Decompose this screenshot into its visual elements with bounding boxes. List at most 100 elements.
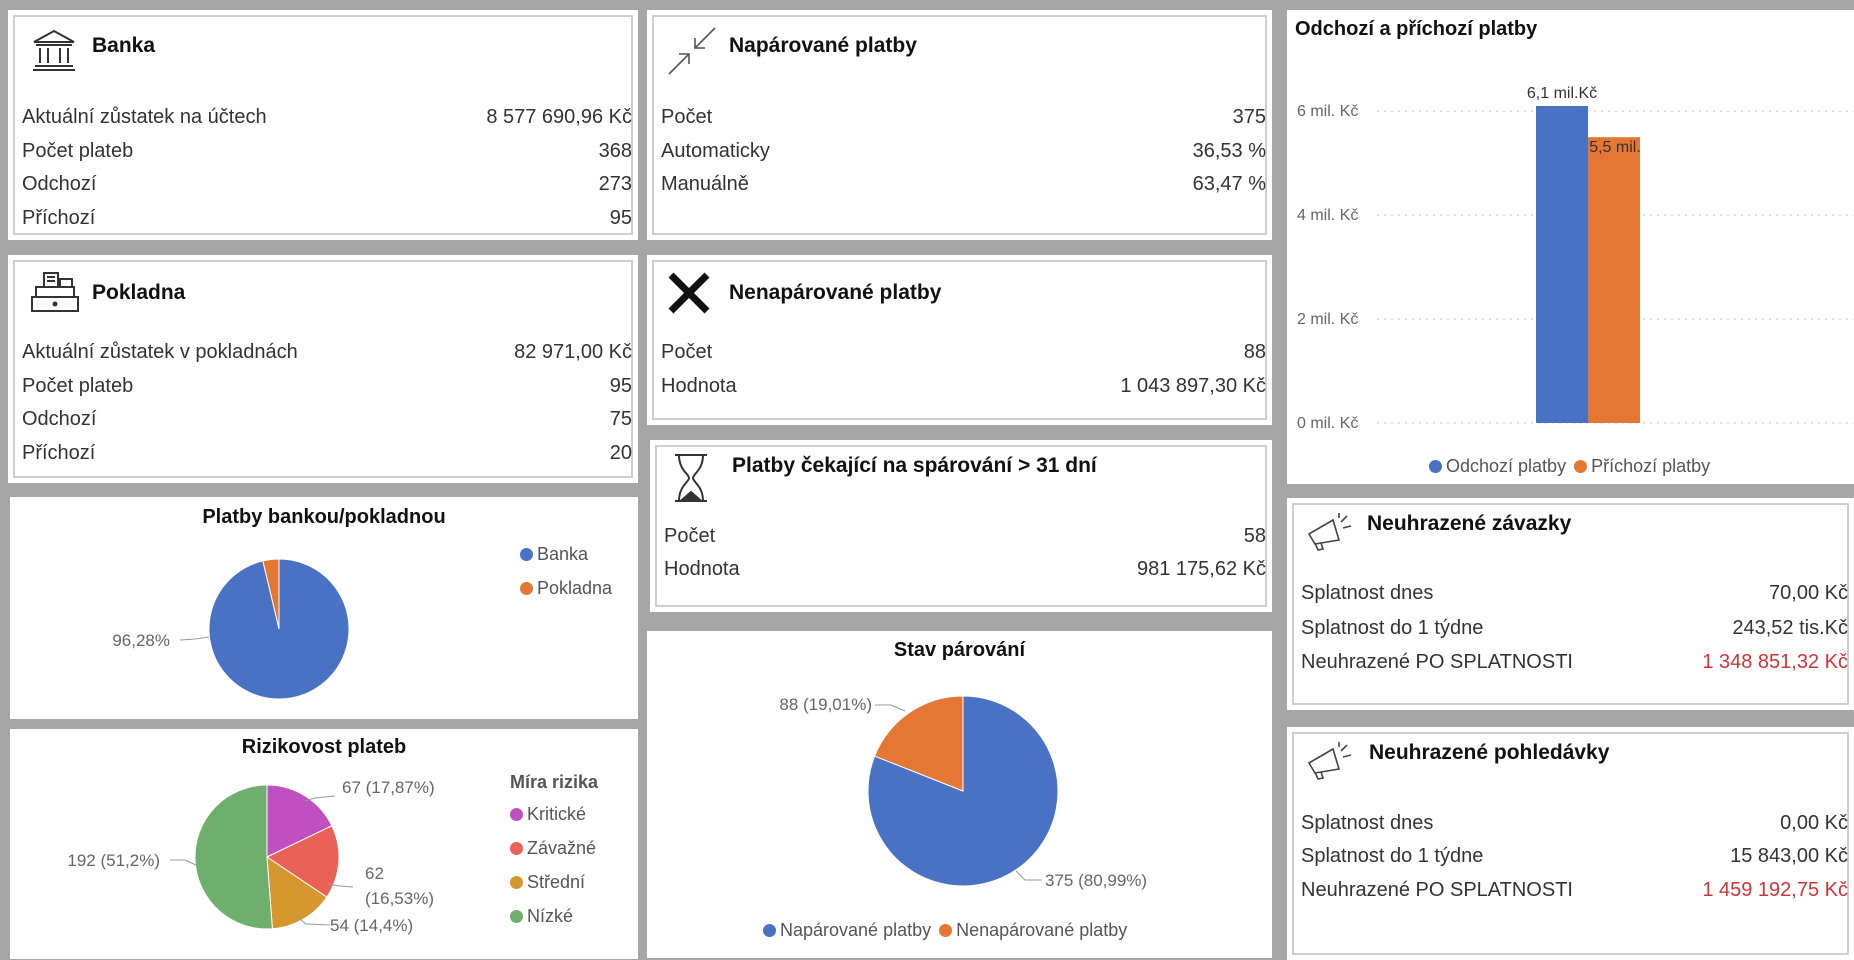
legend-label: Střední bbox=[527, 871, 586, 892]
row-value: 243,52 tis.Kč bbox=[1732, 616, 1848, 639]
row-label: Aktuální zůstatek v pokladnách bbox=[22, 340, 298, 363]
cash-register-icon bbox=[30, 269, 80, 320]
y-tick-label: 2 mil. Kč bbox=[1297, 311, 1358, 328]
legend-dot bbox=[520, 547, 533, 561]
row-value: 75 bbox=[609, 407, 632, 430]
bar-prichozi[interactable] bbox=[1588, 137, 1640, 423]
row-label: Neuhrazené PO SPLATNOSTI bbox=[1301, 650, 1573, 673]
pairing-chart-card: Stav párování 375 (80,99%) 88 (19,01%) Na… bbox=[647, 631, 1272, 958]
row-value: 8 577 690,96 Kč bbox=[486, 105, 632, 128]
receivables-overdue-row: Neuhrazené PO SPLATNOSTI 1 459 192,75 Kč bbox=[1301, 875, 1848, 905]
bank-building-icon bbox=[30, 26, 78, 79]
row-value: 0,00 Kč bbox=[1780, 811, 1848, 834]
pairing-pie-chart: 375 (80,99%) 88 (19,01%) bbox=[779, 695, 1147, 890]
legend-label: Nenapárované platby bbox=[956, 919, 1128, 940]
row-label: Splatnost do 1 týdne bbox=[1301, 844, 1484, 867]
liabilities-week-row: Splatnost do 1 týdne 243,52 tis.Kč bbox=[1301, 613, 1848, 643]
row-label: Příchozí bbox=[22, 441, 96, 464]
liabilities-title: Neuhrazené závazky bbox=[1367, 512, 1572, 535]
data-label-nizke: 192 (51,2%) bbox=[67, 851, 160, 870]
row-label: Odchozí bbox=[22, 172, 97, 195]
bank-title: Banka bbox=[92, 34, 156, 57]
row-label: Splatnost do 1 týdne bbox=[1301, 616, 1484, 639]
bar-data-label: 5,5 mil. bbox=[1589, 139, 1641, 156]
row-value: 273 bbox=[598, 172, 632, 195]
row-label: Splatnost dnes bbox=[1301, 811, 1434, 834]
row-value: 82 971,00 Kč bbox=[514, 340, 632, 363]
row-value: 88 bbox=[1243, 340, 1266, 363]
cash-balance-row: Aktuální zůstatek v pokladnách 82 971,00 … bbox=[22, 337, 632, 367]
row-label: Odchozí bbox=[22, 407, 97, 430]
legend-label: Pokladna bbox=[537, 577, 613, 598]
bank-outgoing-row: Odchozí 273 bbox=[22, 169, 632, 199]
pairing-legend: Napárované platby Nenapárované platby bbox=[763, 913, 1127, 947]
cash-incoming-row: Příchozí 20 bbox=[22, 438, 632, 468]
risk-chart-card: Rizikovost plateb 67 (17,87%) 62 (16,53%) 5… bbox=[10, 729, 638, 959]
waiting-card: Platby čekající na spárování > 31 dní Po… bbox=[650, 440, 1272, 612]
legend-dot bbox=[520, 581, 533, 595]
data-label-zavazne-count: 62 bbox=[365, 864, 384, 883]
legend-item-banka: Banka bbox=[520, 537, 612, 571]
row-value: 95 bbox=[609, 206, 632, 229]
row-value-overdue: 1 459 192,75 Kč bbox=[1702, 878, 1848, 901]
receivables-today-row: Splatnost dnes 0,00 Kč bbox=[1301, 808, 1848, 838]
leader-nenaparovane bbox=[875, 704, 906, 712]
legend-label: Závažné bbox=[527, 837, 597, 858]
row-value: 58 bbox=[1243, 524, 1266, 547]
row-label: Hodnota bbox=[661, 374, 737, 397]
data-label-banka: 96,28% bbox=[112, 631, 170, 650]
legend-item-prichozi: Příchozí platby bbox=[1574, 449, 1710, 483]
unpaired-title: Nenapárované platby bbox=[729, 281, 942, 304]
row-value: 36,53 % bbox=[1192, 139, 1266, 162]
data-label-naparovane: 375 (80,99%) bbox=[1045, 871, 1147, 890]
arrows-inward-icon bbox=[665, 24, 719, 83]
unpaired-card: Nenapárované platby Počet 88 Hodnota 1 043… bbox=[647, 255, 1272, 425]
cash-count-row: Počet plateb 95 bbox=[22, 371, 632, 401]
legend-item-zavazne: Závažné bbox=[510, 831, 598, 865]
bank-cash-chart-card: Platby bankou/pokladnou 96,28% Banka Pok… bbox=[10, 497, 638, 719]
risk-legend-title: Míra rizika bbox=[510, 772, 599, 792]
row-value-overdue: 1 348 851,32 Kč bbox=[1702, 650, 1848, 673]
row-label: Manuálně bbox=[661, 172, 749, 195]
row-value: 63,47 % bbox=[1192, 172, 1266, 195]
row-label: Počet bbox=[664, 524, 716, 547]
bar-data-label: 6,1 mil.Kč bbox=[1527, 85, 1597, 102]
flows-chart-card: Odchozí a příchozí platby 6 mil. Kč 4 mil… bbox=[1287, 10, 1854, 484]
row-label: Aktuální zůstatek na účtech bbox=[22, 105, 267, 128]
row-label: Počet bbox=[661, 105, 713, 128]
pie-slice-banka[interactable] bbox=[195, 545, 364, 714]
y-tick-label: 6 mil. Kč bbox=[1297, 103, 1358, 120]
liabilities-today-row: Splatnost dnes 70,00 Kč bbox=[1301, 578, 1848, 608]
legend-dot bbox=[939, 923, 953, 937]
legend-item-nenaparovane: Nenapárované platby bbox=[939, 913, 1127, 947]
legend-item-pokladna: Pokladna bbox=[520, 571, 612, 605]
paired-title: Napárované platby bbox=[729, 34, 917, 57]
row-value: 375 bbox=[1232, 105, 1266, 128]
label-leader bbox=[179, 636, 210, 641]
paired-manual-row: Manuálně 63,47 % bbox=[661, 169, 1266, 199]
hourglass-icon bbox=[672, 452, 710, 509]
bank-balance-row: Aktuální zůstatek na účtech 8 577 690,96 … bbox=[22, 102, 632, 132]
legend-item-odchozi: Odchozí platby bbox=[1429, 449, 1566, 483]
row-label: Počet bbox=[661, 340, 713, 363]
row-label: Počet plateb bbox=[22, 139, 134, 162]
legend-label: Nízké bbox=[527, 905, 574, 926]
megaphone-icon bbox=[1305, 512, 1353, 557]
bar-odchozi[interactable] bbox=[1536, 106, 1588, 423]
legend-label: Banka bbox=[537, 543, 589, 564]
row-value: 981 175,62 Kč bbox=[1137, 557, 1266, 580]
liabilities-overdue-row: Neuhrazené PO SPLATNOSTI 1 348 851,32 Kč bbox=[1301, 647, 1848, 677]
cash-title: Pokladna bbox=[92, 281, 186, 304]
legend-item-nizke: Nízké bbox=[510, 899, 598, 933]
legend-dot bbox=[510, 875, 523, 889]
pie-slice-nizke[interactable] bbox=[194, 784, 273, 930]
leader-naparovane bbox=[1015, 870, 1042, 881]
row-label: Hodnota bbox=[664, 557, 740, 580]
risk-legend: Míra rizika Kritické Závažné Střední Níz… bbox=[510, 767, 598, 933]
legend-label: Kritické bbox=[527, 803, 587, 824]
legend-item-stredni: Střední bbox=[510, 865, 598, 899]
receivables-card: Neuhrazené pohledávky Splatnost dnes 0,00… bbox=[1287, 727, 1854, 960]
cash-outgoing-row: Odchozí 75 bbox=[22, 404, 632, 434]
row-value: 20 bbox=[609, 441, 632, 464]
legend-dot bbox=[763, 923, 776, 937]
